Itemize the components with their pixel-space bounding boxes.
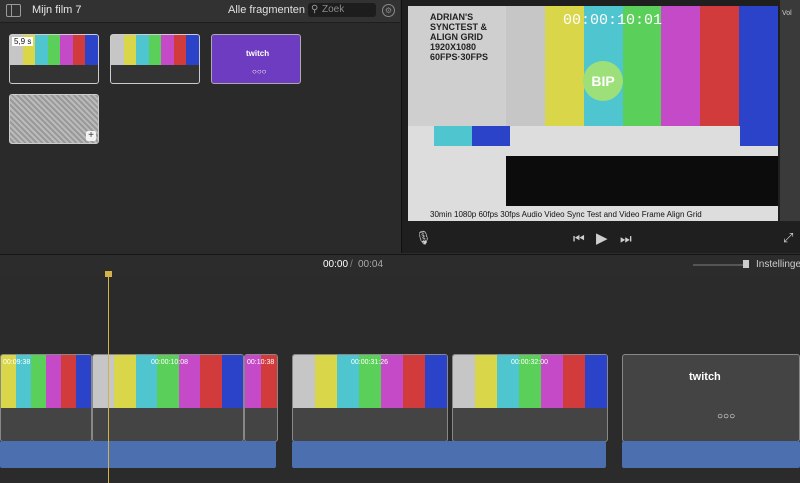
total-time: 00:04 [358,259,384,270]
clip-timecode: 00:00:32:00 [511,359,548,366]
duration-badge: 5,9 s [12,37,34,46]
clip-timecode: 00:00:31:26 [351,359,388,366]
clip-timecode: 00:09:38 [3,359,31,366]
color-bars-mid [434,126,778,146]
viewer: ADRIAN'S SYNCTEST & ALIGN GRID 1920X1080… [401,0,800,253]
timeline-clip[interactable]: 00:00:10:08 [92,354,244,442]
zoom-slider-thumb[interactable] [743,260,749,268]
playhead[interactable] [108,275,109,483]
video-preview: ADRIAN'S SYNCTEST & ALIGN GRID 1920X1080… [408,6,778,221]
timeline-clip[interactable]: 00:10:38 [244,354,278,442]
timeline-clip[interactable]: 00:00:31:26 [292,354,448,442]
audio-waveform[interactable] [622,441,800,468]
black-bars [506,156,778,206]
fullscreen-icon[interactable]: ⤢ [783,230,793,246]
video-caption: 30min 1080p 60fps 30fps Audio Video Sync… [430,210,702,219]
timeline-clip[interactable]: 00:09:38 [0,354,92,442]
clip-timecode: 00:10:38 [247,359,275,366]
zoom-slider[interactable] [693,264,748,266]
media-thumbnail[interactable] [110,34,200,84]
clip-timecode: 00:00:10:08 [151,359,188,366]
video-logo-text: ADRIAN'S SYNCTEST & ALIGN GRID 1920X1080… [430,12,489,62]
search-placeholder: Zoek [322,4,345,15]
timeline-clip[interactable]: twitch ○○○ [622,354,800,442]
timeline-header: 00:00 / 00:04 Instellingen [0,254,800,275]
playhead-handle[interactable] [105,271,112,277]
twitch-logo: twitch [689,371,721,383]
bip-marker: BIP [583,61,623,101]
audio-waveform[interactable] [0,441,276,468]
audio-waveform[interactable] [292,441,606,468]
dots-icon: ○○○ [252,67,267,76]
microphone-icon[interactable]: 🎙 [415,230,432,246]
media-browser: 5,9 s twitch ○○○ + [0,23,400,253]
browser-settings-icon[interactable]: ⚙ [382,4,395,17]
video-timecode: 00:00:10:01 [563,12,663,29]
adjacent-frame: Vol [780,0,800,221]
sidebar-toggle-icon[interactable] [6,4,21,17]
time-separator: / [350,259,353,270]
media-thumbnail[interactable]: twitch ○○○ [211,34,301,84]
browser-toolbar: Mijn film 7 Alle fragmenten ⌃ ⚲ Zoek ⚙ [0,0,400,23]
play-icon[interactable]: ▶ [596,229,608,247]
media-thumbnail[interactable]: 5,9 s [9,34,99,84]
media-thumbnail[interactable]: + [9,94,99,144]
project-title: Mijn film 7 [32,4,82,16]
dots-icon: ○○○ [717,411,736,422]
timeline-clip[interactable]: 00:00:32:00 [452,354,608,442]
current-time: 00:00 [323,259,349,270]
timeline: 00:09:38 00:00:10:08 00:10:38 00:00:31:2… [0,271,800,483]
search-input[interactable]: ⚲ Zoek [308,3,376,17]
adjacent-label: Vol [782,10,792,17]
add-clip-icon[interactable]: + [86,131,96,141]
twitch-logo: twitch [246,49,270,58]
previous-icon[interactable]: ⏮ [573,231,585,247]
timeline-settings-button[interactable]: Instellingen [756,259,800,270]
clip-filter-select[interactable]: Alle fragmenten ⌃ [228,3,317,16]
next-icon[interactable]: ⏭ [620,231,632,247]
search-icon: ⚲ [311,4,319,15]
